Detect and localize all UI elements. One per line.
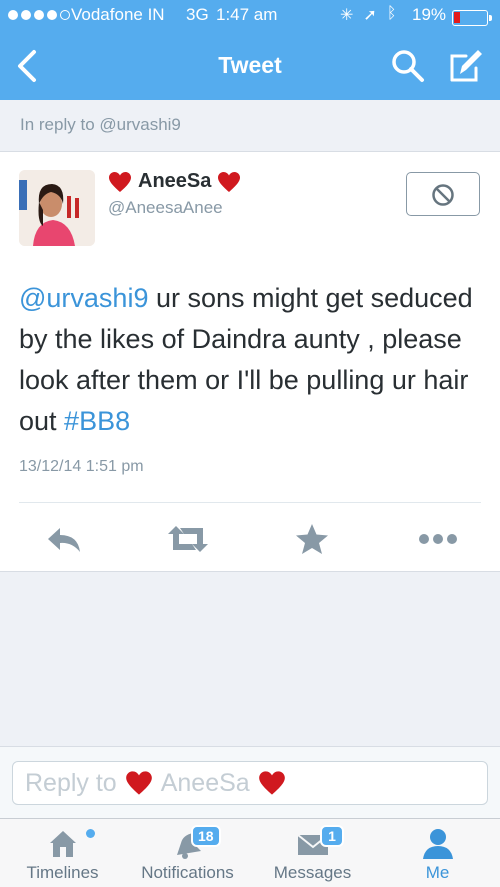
battery-percent: 19% bbox=[412, 5, 447, 24]
reply-placeholder-name: AneeSa bbox=[160, 768, 250, 797]
reply-context[interactable]: In reply to @urvashi9 bbox=[0, 100, 500, 152]
search-button[interactable] bbox=[390, 48, 426, 84]
compose-icon bbox=[450, 50, 482, 82]
heart-emoji-icon bbox=[109, 171, 131, 192]
block-icon bbox=[432, 184, 454, 206]
tweet-detail: AneeSa @AneesaAnee @urvashi9 ur sons mig… bbox=[0, 152, 500, 572]
tab-label: Timelines bbox=[26, 863, 99, 882]
heart-emoji-icon bbox=[258, 771, 285, 795]
reply-icon bbox=[48, 528, 80, 552]
author-name-row[interactable]: AneeSa bbox=[108, 170, 241, 193]
home-icon bbox=[50, 831, 76, 857]
bluetooth-icon: ᛒ bbox=[386, 5, 397, 22]
tweet-timestamp: 13/12/14 1:51 pm bbox=[19, 458, 144, 475]
profile-icon bbox=[423, 829, 453, 859]
notifications-badge: 18 bbox=[191, 825, 221, 847]
tweet-actions bbox=[0, 514, 500, 562]
retweet-icon bbox=[168, 526, 208, 552]
messages-badge: 1 bbox=[320, 825, 344, 847]
tab-label: Me bbox=[425, 863, 450, 882]
status-bar: Vodafone IN 3G 1:47 am ✳ ➚ ᛒ 19% bbox=[0, 0, 500, 34]
tab-messages[interactable]: 1 Messages bbox=[250, 819, 375, 887]
retweet-button[interactable] bbox=[166, 522, 208, 556]
status-icons: ✳ ➚ ᛒ bbox=[340, 5, 396, 25]
search-icon bbox=[392, 50, 424, 82]
hashtag-link[interactable]: #BB8 bbox=[64, 406, 130, 436]
avatar[interactable] bbox=[19, 170, 95, 246]
location-arrow-icon: ➚ bbox=[363, 7, 377, 24]
signal-strength-icon bbox=[8, 10, 70, 20]
heart-emoji-icon bbox=[218, 171, 241, 192]
author-handle[interactable]: @AneesaAnee bbox=[108, 198, 223, 218]
tab-label: Notifications bbox=[141, 863, 234, 882]
more-button[interactable] bbox=[416, 522, 457, 556]
author-name: AneeSa bbox=[138, 170, 212, 192]
mention-link[interactable]: @urvashi9 bbox=[19, 283, 148, 313]
favorite-icon bbox=[296, 524, 328, 554]
tab-label: Messages bbox=[273, 863, 352, 882]
tab-me[interactable]: Me bbox=[375, 819, 500, 887]
tab-timelines[interactable]: Timelines bbox=[0, 819, 125, 887]
status-time: 1:47 am bbox=[216, 5, 278, 24]
reply-input[interactable]: Reply to AneeSa bbox=[12, 761, 488, 805]
block-button[interactable] bbox=[406, 172, 480, 216]
top-bar: Vodafone IN 3G 1:47 am ✳ ➚ ᛒ 19% Tweet bbox=[0, 0, 500, 100]
network-type: 3G bbox=[186, 5, 209, 24]
unread-dot bbox=[86, 829, 95, 838]
divider bbox=[19, 502, 481, 503]
battery-level-fill bbox=[454, 12, 460, 23]
tab-bar: Timelines 18 Notifications 1 Messages Me bbox=[0, 818, 500, 887]
reply-button[interactable] bbox=[44, 522, 84, 556]
activity-spinner-icon: ✳ bbox=[340, 7, 354, 24]
carrier-name: Vodafone IN bbox=[71, 5, 165, 24]
tab-notifications[interactable]: 18 Notifications bbox=[125, 819, 250, 887]
battery-icon bbox=[452, 10, 492, 26]
reply-context-text: In reply to @urvashi9 bbox=[20, 115, 181, 134]
reply-placeholder-prefix: Reply to bbox=[25, 768, 117, 797]
tweet-text: @urvashi9 ur sons might get seduced by t… bbox=[19, 278, 481, 442]
compose-button[interactable] bbox=[446, 46, 486, 86]
more-icon bbox=[419, 534, 457, 544]
reply-bar: Reply to AneeSa bbox=[0, 746, 500, 818]
favorite-button[interactable] bbox=[294, 522, 334, 556]
heart-emoji-icon bbox=[125, 771, 152, 795]
avatar-photo bbox=[19, 170, 95, 246]
